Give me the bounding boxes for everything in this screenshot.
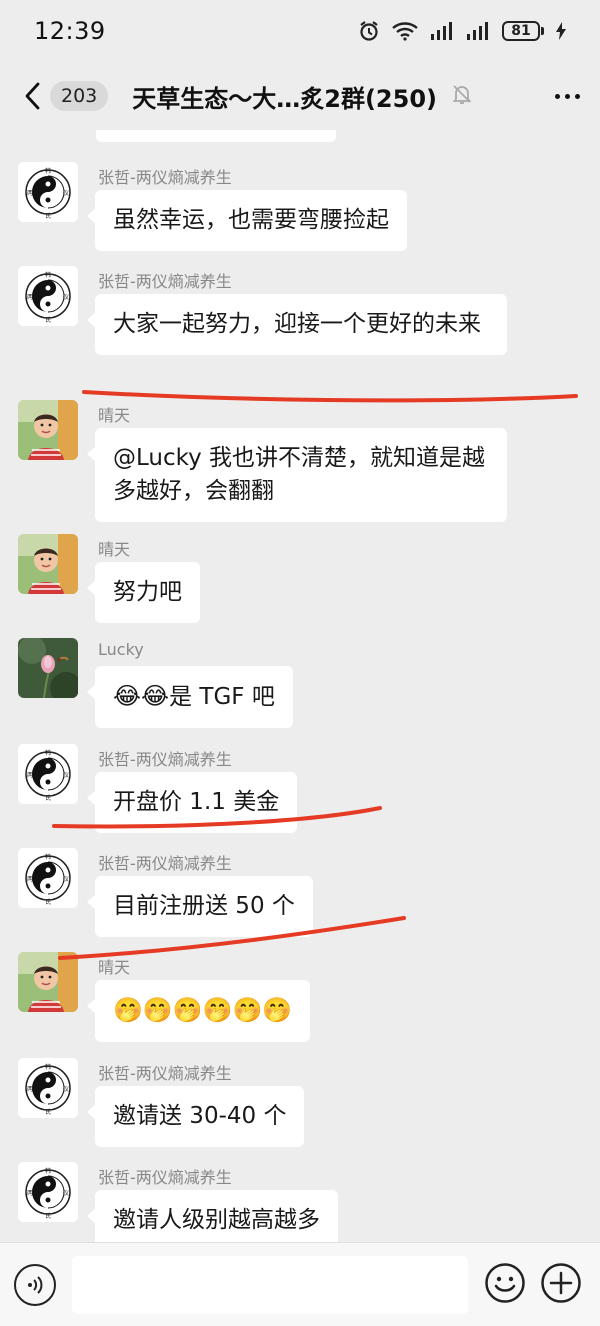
message-text: 开盘价 1.1 美金 (113, 789, 280, 815)
svg-text:两: 两 (27, 294, 33, 301)
message-bubble[interactable]: 邀请人级别越高越多 (87, 1190, 338, 1242)
dot-icon (575, 93, 580, 99)
svg-text:氏: 氏 (45, 794, 51, 802)
battery-indicator: 81 (502, 21, 544, 41)
svg-text:氏: 氏 (45, 212, 51, 220)
sender-name: 张哲-两仪熵减养生 (98, 1168, 232, 1187)
message-text: 目前注册送 50 个 (113, 893, 295, 919)
svg-text:韩: 韩 (45, 749, 51, 757)
dot-icon (565, 93, 570, 99)
message-text: 邀请送 30-40 个 (113, 1103, 287, 1129)
voice-icon (28, 1275, 43, 1294)
svg-text:仪: 仪 (63, 294, 69, 301)
svg-text:韩: 韩 (45, 853, 51, 861)
svg-text:两: 两 (27, 1190, 33, 1197)
sender-name: 张哲-两仪熵减养生 (98, 168, 232, 187)
message-text: @Lucky 我也讲不清楚，就知道是越多越好，会翻翻 (113, 445, 486, 504)
avatar-yinyang[interactable]: 韩两 仪氏 (18, 266, 78, 326)
message-bubble[interactable]: 努力吧 (87, 562, 200, 623)
svg-text:韩: 韩 (45, 1167, 51, 1175)
message-bubble[interactable]: @Lucky 我也讲不清楚，就知道是越多越好，会翻翻 (87, 428, 507, 522)
laughing-crying-emoji: 😂😂 (113, 682, 170, 710)
message-input[interactable] (72, 1255, 468, 1314)
sender-name: 晴天 (98, 406, 131, 425)
message-bubble[interactable]: 🤭🤭🤭🤭🤭🤭 (86, 980, 311, 1042)
svg-text:氏: 氏 (45, 1212, 51, 1220)
avatar-yinyang[interactable]: 韩两 仪氏 (18, 1058, 78, 1118)
svg-text:氏: 氏 (45, 316, 51, 324)
avatar-flower[interactable] (18, 638, 78, 698)
avatar-yinyang[interactable]: 韩两 仪氏 (18, 848, 78, 908)
message-text: 大家一起努力，迎接一个更好的未来 (113, 311, 481, 337)
status-icons: 81 (358, 20, 566, 42)
battery-level: 81 (502, 21, 540, 41)
hand-over-mouth-emoji: 🤭🤭🤭🤭🤭🤭 (113, 996, 293, 1024)
unread-count-badge[interactable]: 203 (50, 81, 109, 111)
svg-text:仪: 仪 (63, 190, 69, 197)
alarm-icon (358, 20, 380, 42)
message-list[interactable]: 韩两仪氏 张哲-两仪熵减养生 虽然幸运，也需要弯腰捡起 韩两仪氏 张哲-两仪熵减… (0, 130, 600, 1242)
avatar-yinyang[interactable]: 韩两 仪氏 (18, 744, 78, 804)
svg-text:仪: 仪 (63, 876, 69, 883)
status-bar: 12:39 81 (0, 0, 600, 62)
sender-name: 晴天 (98, 958, 131, 977)
chat-title[interactable]: 天草生态～大…炙2群(250) (132, 79, 437, 114)
svg-text:韩: 韩 (45, 1063, 51, 1071)
svg-text:氏: 氏 (45, 898, 51, 906)
signal-icon-2 (466, 21, 490, 41)
voice-input-button[interactable] (14, 1263, 56, 1306)
signal-icon-1 (430, 21, 454, 41)
sender-name: 晴天 (98, 540, 131, 559)
wifi-icon (392, 21, 418, 41)
smiley-icon (485, 1262, 525, 1303)
charging-icon (556, 22, 566, 40)
svg-text:氏: 氏 (45, 1108, 51, 1116)
svg-text:仪: 仪 (63, 1086, 69, 1093)
avatar-child[interactable] (18, 400, 78, 460)
chat-header: 203 天草生态～大…炙2群(250) (0, 62, 600, 130)
sender-name: 张哲-两仪熵减养生 (98, 272, 232, 291)
avatar-child[interactable] (18, 534, 78, 594)
svg-text:两: 两 (27, 190, 33, 197)
message-bubble[interactable]: 😂😂是 TGF 吧 (87, 666, 293, 728)
plus-icon (541, 1262, 581, 1303)
message-text: 努力吧 (113, 579, 182, 605)
more-functions-button[interactable] (540, 1262, 582, 1308)
status-time: 12:39 (34, 17, 106, 45)
avatar-yinyang[interactable]: 韩两 仪氏 (18, 162, 78, 222)
message-bubble[interactable]: 虽然幸运，也需要弯腰捡起 (87, 190, 407, 251)
svg-text:两: 两 (27, 876, 33, 883)
message-bubble[interactable]: 开盘价 1.1 美金 (86, 772, 298, 833)
mute-bell-icon (451, 83, 473, 109)
previous-message-bubble (96, 130, 336, 142)
message-text: 是 TGF 吧 (169, 684, 275, 710)
back-button[interactable] (20, 76, 44, 116)
sender-name: 张哲-两仪熵减养生 (98, 1064, 232, 1083)
svg-text:仪: 仪 (63, 1190, 69, 1197)
message-bubble[interactable]: 大家一起努力，迎接一个更好的未来 (87, 294, 507, 355)
sender-name: 张哲-两仪熵减养生 (98, 750, 232, 769)
avatar-child[interactable] (18, 952, 78, 1012)
svg-text:韩: 韩 (45, 271, 51, 279)
input-bar (0, 1242, 600, 1326)
more-options-button[interactable] (545, 84, 580, 109)
message-bubble[interactable]: 目前注册送 50 个 (87, 876, 313, 937)
svg-text:两: 两 (27, 1086, 33, 1093)
sender-name: Lucky (98, 640, 144, 659)
svg-text:韩: 韩 (45, 167, 51, 175)
dot-icon (555, 93, 560, 99)
svg-text:仪: 仪 (63, 772, 69, 779)
avatar-yinyang[interactable]: 韩两 仪氏 (18, 1162, 78, 1222)
message-text: 虽然幸运，也需要弯腰捡起 (113, 207, 389, 233)
emoji-button[interactable] (484, 1262, 526, 1308)
message-text: 邀请人级别越高越多 (113, 1207, 320, 1233)
chevron-left-icon (25, 82, 40, 110)
svg-text:两: 两 (27, 772, 33, 779)
sender-name: 张哲-两仪熵减养生 (98, 854, 232, 873)
message-bubble[interactable]: 邀请送 30-40 个 (86, 1086, 305, 1147)
